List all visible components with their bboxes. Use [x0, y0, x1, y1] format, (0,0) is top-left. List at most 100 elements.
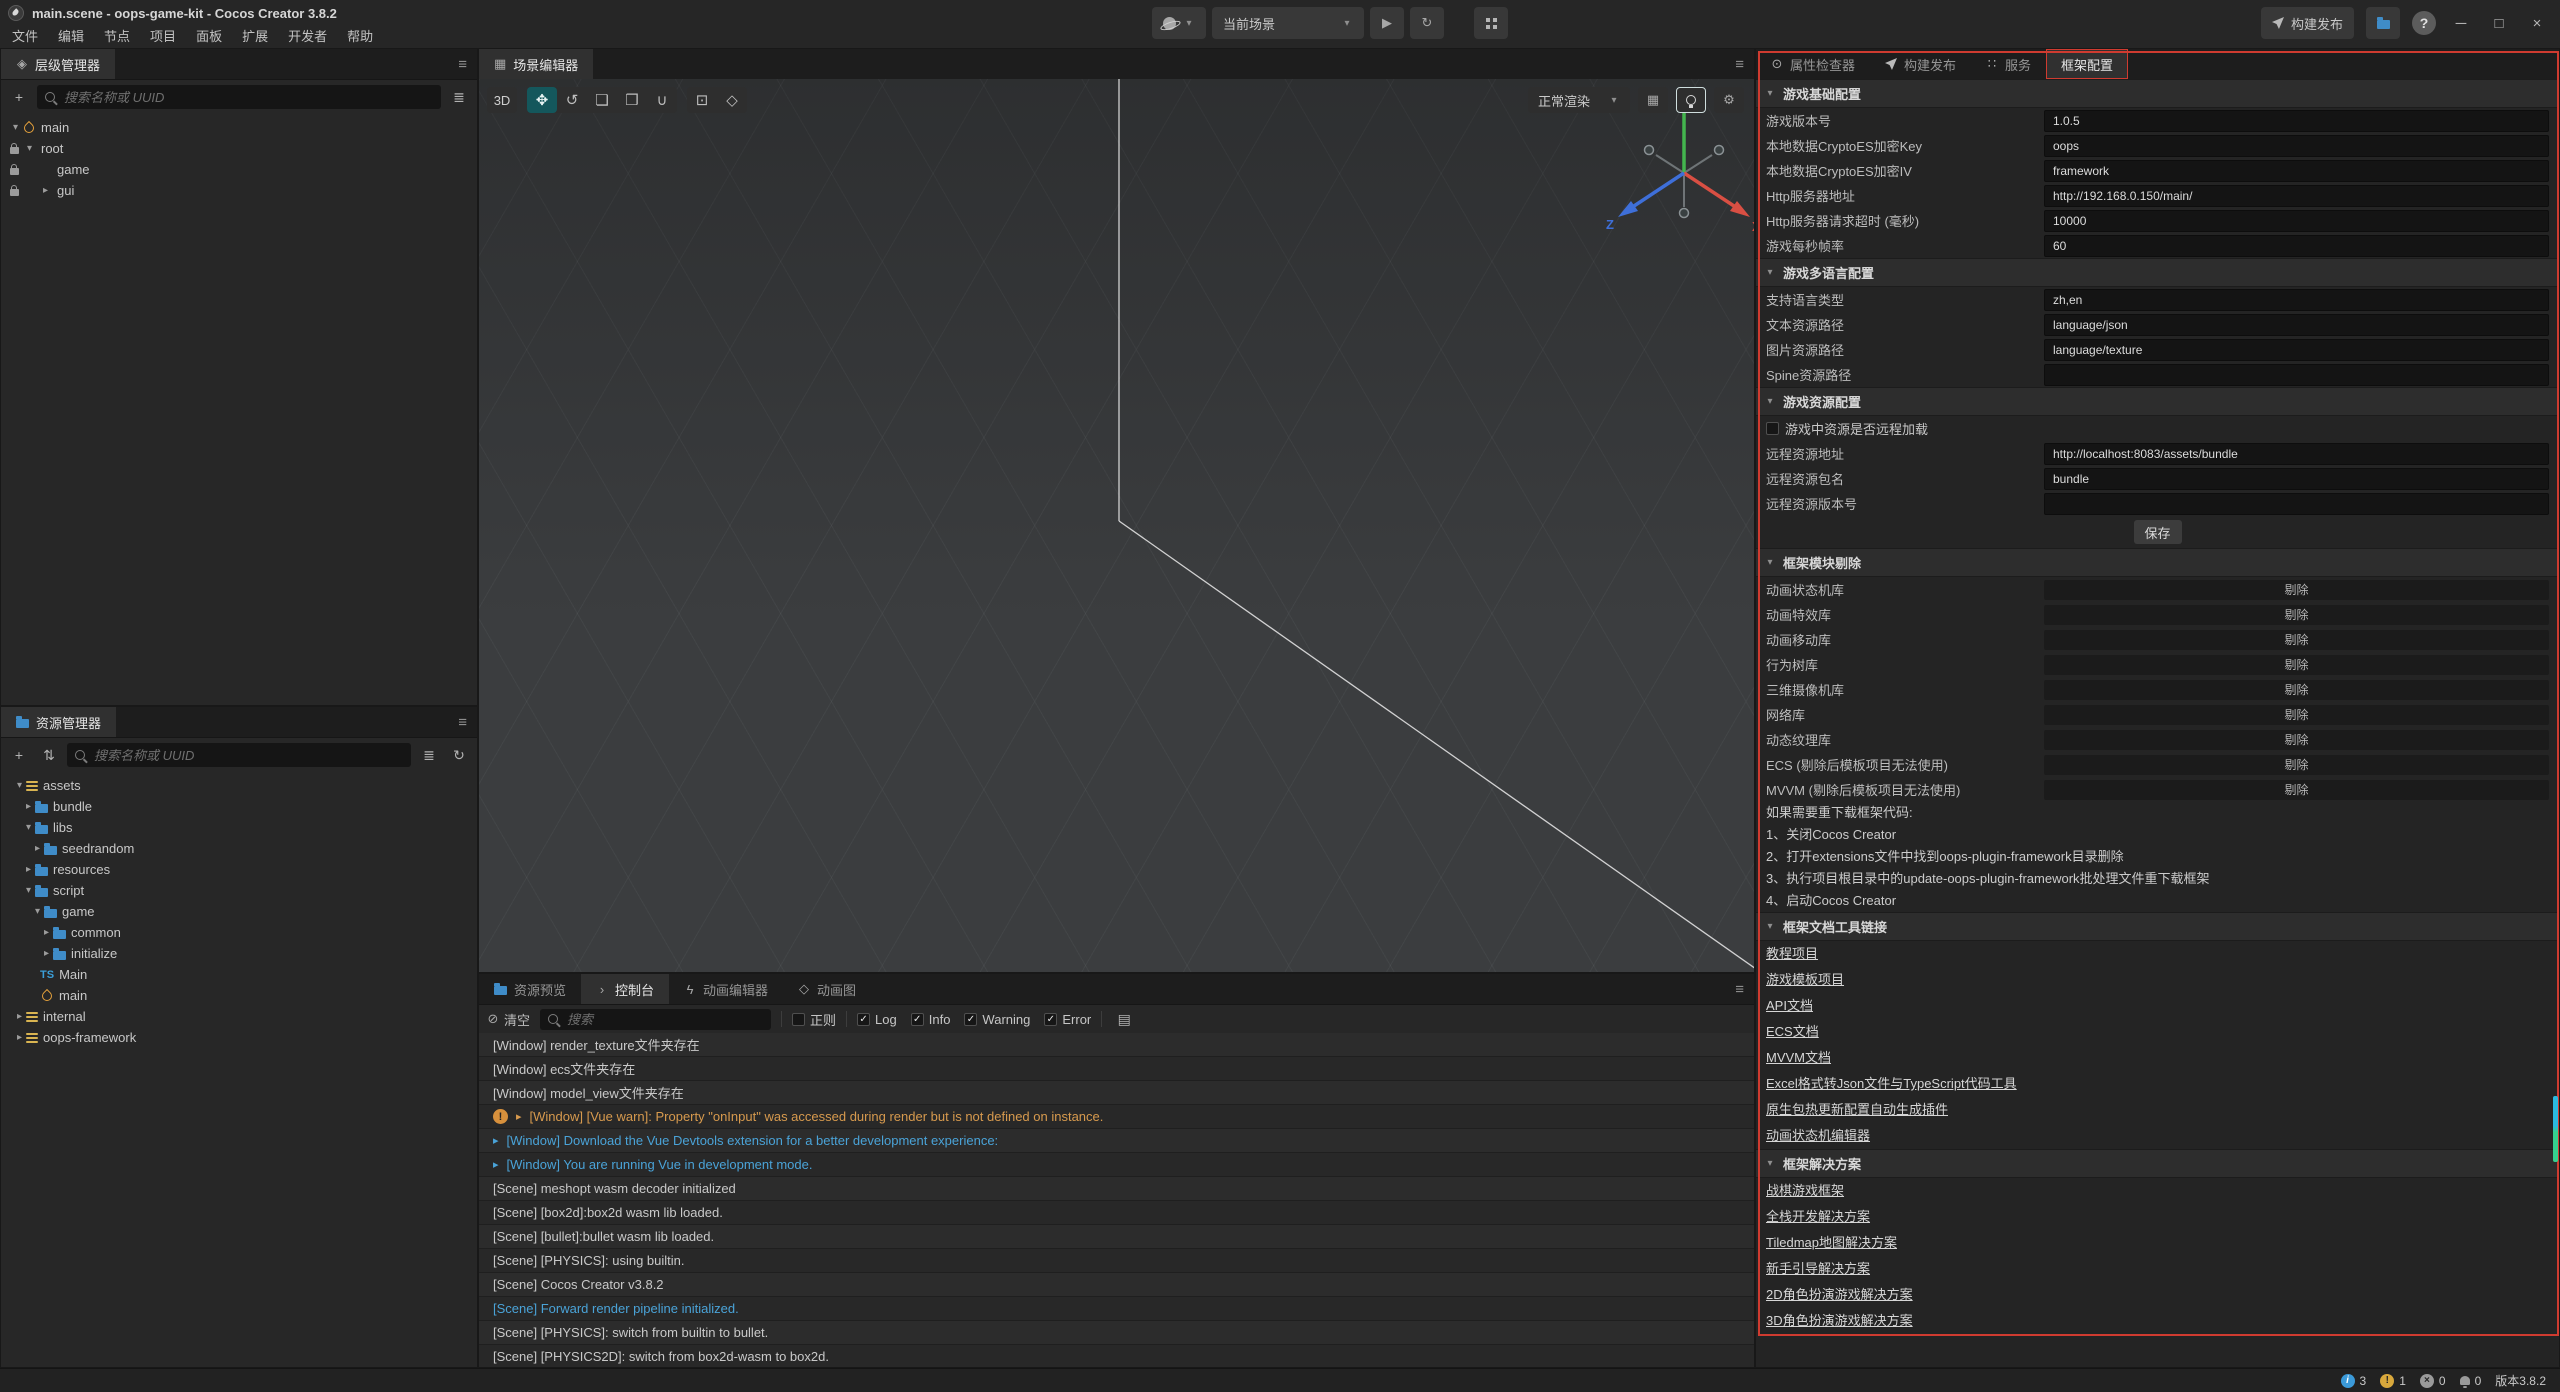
hierarchy-search-input[interactable]: [62, 89, 433, 106]
scene-selector[interactable]: 当前场景 ▾: [1212, 7, 1364, 39]
axis-neg-z-handle[interactable]: [1715, 146, 1724, 155]
menu-item-0[interactable]: 文件: [2, 26, 48, 48]
open-project-folder-button[interactable]: [2366, 7, 2400, 39]
scene-light-toggle[interactable]: [1676, 87, 1706, 113]
close-button[interactable]: ×: [2524, 15, 2550, 32]
tab-assets[interactable]: 资源管理器: [1, 707, 116, 737]
remove-module-button[interactable]: 剔除: [2044, 780, 2549, 800]
expander-icon[interactable]: ▸: [40, 948, 53, 959]
console-tab-1[interactable]: ›控制台: [581, 974, 669, 1004]
expander-icon[interactable]: ▸: [40, 927, 53, 938]
rect-tool[interactable]: ❒: [617, 87, 647, 113]
expand-chevron-icon[interactable]: ▸: [493, 1158, 499, 1171]
assets-sort-button[interactable]: ⇅: [37, 743, 61, 767]
section-header-2[interactable]: ▾游戏资源配置: [1756, 387, 2559, 416]
expander-icon[interactable]: ▸: [13, 1011, 26, 1022]
expander-icon[interactable]: ▾: [23, 143, 36, 154]
console-clear-button[interactable]: ⊘ 清空: [487, 1010, 530, 1029]
hierarchy-node-root[interactable]: ▾root: [1, 138, 477, 159]
scene-settings-button[interactable]: ⚙: [1714, 87, 1744, 113]
save-button[interactable]: 保存: [2134, 520, 2182, 544]
status-info[interactable]: i3: [2341, 1374, 2367, 1388]
expander-icon[interactable]: ▸: [39, 185, 52, 196]
field-input[interactable]: [2044, 314, 2549, 336]
axis-x[interactable]: [1684, 173, 1734, 206]
create-asset-button[interactable]: +: [7, 743, 31, 767]
field-input[interactable]: [2044, 210, 2549, 232]
panel-menu-icon[interactable]: ≡: [458, 56, 467, 73]
hierarchy-node-main[interactable]: ▾main: [1, 117, 477, 138]
scene-gizmo-toggle[interactable]: ▦: [1638, 87, 1668, 113]
section-header-4[interactable]: ▾框架文档工具链接: [1756, 912, 2559, 941]
asset-node-script[interactable]: ▾script: [1, 880, 477, 901]
doc-link[interactable]: 全栈开发解决方案: [1766, 1209, 1870, 1224]
field-input[interactable]: [2044, 339, 2549, 361]
ui-handle-tool[interactable]: ∪: [647, 87, 677, 113]
remove-module-button[interactable]: 剔除: [2044, 730, 2549, 750]
remove-module-button[interactable]: 剔除: [2044, 680, 2549, 700]
tab-scene-editor[interactable]: ▦ 场景编辑器: [479, 49, 593, 79]
section-header-3[interactable]: ▾框架模块剔除: [1756, 548, 2559, 577]
doc-link[interactable]: 战棋游戏框架: [1766, 1183, 1844, 1198]
panel-menu-icon[interactable]: ≡: [1735, 981, 1744, 998]
build-publish-button[interactable]: 构建发布: [2261, 7, 2354, 39]
doc-link[interactable]: 3D角色扮演游戏解决方案: [1766, 1313, 1913, 1328]
field-input[interactable]: [2044, 364, 2549, 386]
menu-item-1[interactable]: 编辑: [48, 26, 94, 48]
menu-item-3[interactable]: 项目: [140, 26, 186, 48]
inspector-scrollbar[interactable]: [2553, 1096, 2558, 1162]
asset-node-seedrandom[interactable]: ▸seedrandom: [1, 838, 477, 859]
asset-node-Main[interactable]: TSMain: [1, 964, 477, 985]
expand-chevron-icon[interactable]: ▸: [516, 1110, 522, 1123]
doc-link[interactable]: API文档: [1766, 998, 1813, 1013]
move-tool[interactable]: ✥: [527, 87, 557, 113]
asset-node-game[interactable]: ▾game: [1, 901, 477, 922]
menu-item-5[interactable]: 扩展: [232, 26, 278, 48]
console-log-row-4[interactable]: ▸[Window] Download the Vue Devtools exte…: [479, 1129, 1754, 1153]
remove-module-button[interactable]: 剔除: [2044, 605, 2549, 625]
filter-warning[interactable]: Warning: [964, 1012, 1030, 1027]
remove-module-button[interactable]: 剔除: [2044, 630, 2549, 650]
status-warning[interactable]: !1: [2380, 1374, 2406, 1388]
status-notifications[interactable]: 0: [2460, 1374, 2482, 1388]
space-toggle[interactable]: ◇: [717, 87, 747, 113]
asset-node-bundle[interactable]: ▸bundle: [1, 796, 477, 817]
field-input[interactable]: [2044, 135, 2549, 157]
render-mode-select[interactable]: 正常渲染 ▾: [1528, 87, 1630, 113]
console-tab-3[interactable]: ◇动画图: [783, 974, 871, 1004]
status-error[interactable]: ×0: [2420, 1374, 2446, 1388]
tab-hierarchy[interactable]: ◈ 层级管理器: [1, 49, 115, 79]
asset-node-initialize[interactable]: ▸initialize: [1, 943, 477, 964]
doc-link[interactable]: MVVM文档: [1766, 1050, 1831, 1065]
section-header-1[interactable]: ▾游戏多语言配置: [1756, 258, 2559, 287]
expander-icon[interactable]: ▾: [9, 122, 22, 133]
panel-menu-icon[interactable]: ≡: [1735, 56, 1744, 73]
play-button[interactable]: ▶: [1370, 7, 1404, 39]
expander-icon[interactable]: ▸: [22, 864, 35, 875]
expander-icon[interactable]: ▸: [22, 801, 35, 812]
assets-filter-button[interactable]: ≣: [417, 743, 441, 767]
doc-link[interactable]: 动画状态机编辑器: [1766, 1128, 1870, 1143]
console-tab-0[interactable]: 资源预览: [479, 974, 581, 1004]
asset-node-oops-framework[interactable]: ▸oops-framework: [1, 1027, 477, 1048]
rotate-tool[interactable]: ↺: [557, 87, 587, 113]
create-node-button[interactable]: +: [7, 85, 31, 109]
asset-node-assets[interactable]: ▾assets: [1, 775, 477, 796]
doc-link[interactable]: ECS文档: [1766, 1024, 1819, 1039]
field-input[interactable]: [2044, 468, 2549, 490]
mode-3d-button[interactable]: 3D: [487, 87, 517, 113]
console-log-file-button[interactable]: ▤: [1112, 1007, 1136, 1031]
field-input[interactable]: [2044, 160, 2549, 182]
maximize-button[interactable]: □: [2486, 15, 2512, 32]
remove-module-button[interactable]: 剔除: [2044, 655, 2549, 675]
menu-item-2[interactable]: 节点: [94, 26, 140, 48]
panel-menu-icon[interactable]: ≡: [458, 714, 467, 731]
expander-icon[interactable]: ▾: [22, 885, 35, 896]
remove-module-button[interactable]: 剔除: [2044, 755, 2549, 775]
section-header-0[interactable]: ▾游戏基础配置: [1756, 79, 2559, 108]
inspector-tab-0[interactable]: ⊙属性检查器: [1756, 49, 1870, 79]
filter-info[interactable]: Info: [911, 1012, 951, 1027]
filter-error[interactable]: Error: [1044, 1012, 1091, 1027]
asset-node-libs[interactable]: ▾libs: [1, 817, 477, 838]
doc-link[interactable]: Excel格式转Json文件与TypeScript代码工具: [1766, 1076, 2017, 1091]
